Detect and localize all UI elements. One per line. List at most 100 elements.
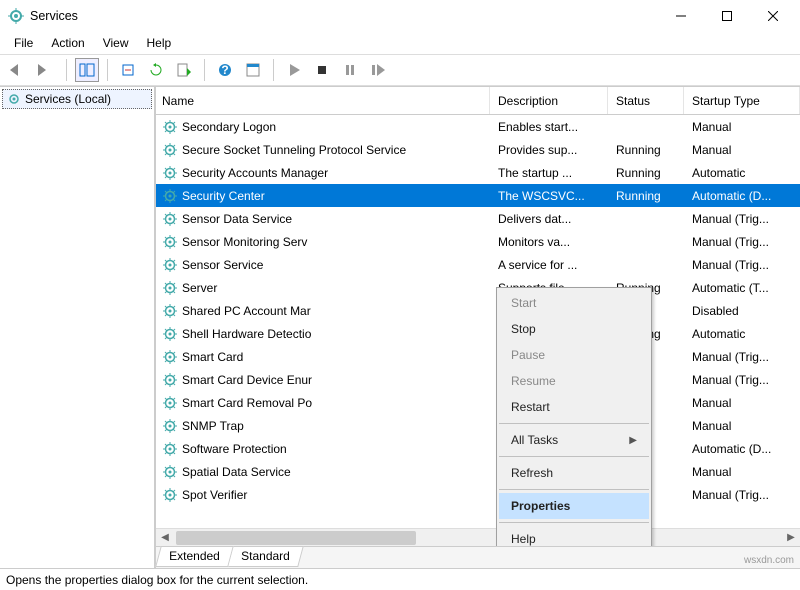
pause-service-button[interactable] — [338, 58, 362, 82]
service-startup: Automatic — [684, 327, 800, 341]
col-startup-type[interactable]: Startup Type — [684, 87, 800, 114]
ctx-all-tasks[interactable]: All Tasks▶ — [499, 427, 649, 453]
service-startup: Disabled — [684, 304, 800, 318]
service-startup: Manual — [684, 120, 800, 134]
context-menu: Start Stop Pause Resume Restart All Task… — [496, 287, 652, 546]
view-tabs: Extended Standard — [156, 546, 800, 568]
title-bar: Services — [0, 0, 800, 32]
service-row[interactable]: Spatial Data ServiceThis service i...Man… — [156, 460, 800, 483]
start-service-button[interactable] — [282, 58, 306, 82]
delete-button[interactable] — [116, 58, 140, 82]
gear-icon — [162, 441, 178, 457]
close-button[interactable] — [750, 0, 796, 32]
services-list[interactable]: Name Description Status Startup Type Sec… — [156, 87, 800, 546]
ctx-refresh[interactable]: Refresh — [499, 460, 649, 486]
service-name: Software Protection — [182, 442, 287, 456]
ctx-start[interactable]: Start — [499, 290, 649, 316]
service-row[interactable]: Smart Card Device EnurCreates soft...Man… — [156, 368, 800, 391]
service-row[interactable]: Security Accounts ManagerThe startup ...… — [156, 161, 800, 184]
service-name: Server — [182, 281, 217, 295]
service-name: Smart Card Device Enur — [182, 373, 312, 387]
menu-bar: File Action View Help — [0, 32, 800, 54]
app-icon — [8, 8, 24, 24]
service-row[interactable]: Security CenterThe WSCSVC...RunningAutom… — [156, 184, 800, 207]
service-row[interactable]: Sensor Data ServiceDelivers dat...Manual… — [156, 207, 800, 230]
service-row[interactable]: Shell Hardware DetectioProvides not...Ru… — [156, 322, 800, 345]
window-title: Services — [30, 9, 658, 23]
menu-help[interactable]: Help — [139, 34, 180, 52]
service-name: Secure Socket Tunneling Protocol Service — [182, 143, 406, 157]
service-row[interactable]: Sensor ServiceA service for ...Manual (T… — [156, 253, 800, 276]
scrollbar-thumb[interactable] — [176, 531, 416, 545]
ctx-help[interactable]: Help — [499, 526, 649, 546]
ctx-resume[interactable]: Resume — [499, 368, 649, 394]
service-description: Delivers dat... — [490, 212, 608, 226]
scroll-right-icon[interactable]: ▶ — [782, 529, 800, 547]
ctx-pause[interactable]: Pause — [499, 342, 649, 368]
horizontal-scrollbar[interactable]: ◀ ▶ — [156, 528, 800, 546]
col-name[interactable]: Name — [156, 87, 490, 114]
show-hide-tree-button[interactable] — [75, 58, 99, 82]
service-row[interactable]: SNMP TrapReceives tra...Manual — [156, 414, 800, 437]
refresh-button[interactable] — [144, 58, 168, 82]
service-row[interactable]: Smart Card Removal PoAllows the s...Manu… — [156, 391, 800, 414]
main-content: Services (Local) Name Description Status… — [0, 86, 800, 568]
gear-icon — [162, 280, 178, 296]
ctx-properties[interactable]: Properties — [499, 493, 649, 519]
service-description: Monitors va... — [490, 235, 608, 249]
console-tree[interactable]: Services (Local) — [0, 87, 156, 568]
service-name: Security Accounts Manager — [182, 166, 328, 180]
col-status[interactable]: Status — [608, 87, 684, 114]
service-name: Smart Card Removal Po — [182, 396, 312, 410]
gear-icon — [162, 372, 178, 388]
gear-icon — [162, 119, 178, 135]
service-startup: Manual — [684, 419, 800, 433]
service-description: Provides sup... — [490, 143, 608, 157]
service-row[interactable]: Spot VerifierVerifies pote...Manual (Tri… — [156, 483, 800, 506]
service-description: A service for ... — [490, 258, 608, 272]
back-button[interactable] — [6, 58, 30, 82]
column-headers: Name Description Status Startup Type — [156, 87, 800, 115]
service-row[interactable]: Secure Socket Tunneling Protocol Service… — [156, 138, 800, 161]
menu-file[interactable]: File — [6, 34, 41, 52]
gear-icon — [162, 487, 178, 503]
services-local-node[interactable]: Services (Local) — [2, 89, 152, 109]
service-name: Sensor Monitoring Serv — [182, 235, 307, 249]
status-bar: Opens the properties dialog box for the … — [0, 568, 800, 590]
service-startup: Manual (Trig... — [684, 350, 800, 364]
service-row[interactable]: Sensor Monitoring Serv Monitors va... Manu… — [156, 230, 800, 253]
stop-service-button[interactable] — [310, 58, 334, 82]
ctx-stop[interactable]: Stop — [499, 316, 649, 342]
maximize-button[interactable] — [704, 0, 750, 32]
service-row[interactable]: ServerSupports file...RunningAutomatic (… — [156, 276, 800, 299]
tab-extended[interactable]: Extended — [155, 546, 233, 567]
service-startup: Manual (Trig... — [684, 212, 800, 226]
service-row[interactable]: Software ProtectionEnables the ...Automa… — [156, 437, 800, 460]
restart-service-button[interactable] — [366, 58, 390, 82]
gear-icon — [162, 395, 178, 411]
gear-icon — [162, 464, 178, 480]
service-row[interactable]: Smart CardManages ac...Manual (Trig... — [156, 345, 800, 368]
properties-button[interactable] — [241, 58, 265, 82]
menu-view[interactable]: View — [95, 34, 137, 52]
details-pane: Name Description Status Startup Type Sec… — [156, 87, 800, 568]
service-row[interactable]: Shared PC Account MarManages pr...Disabl… — [156, 299, 800, 322]
minimize-button[interactable] — [658, 0, 704, 32]
help-button[interactable]: ? — [213, 58, 237, 82]
ctx-restart[interactable]: Restart — [499, 394, 649, 420]
scroll-left-icon[interactable]: ◀ — [156, 529, 174, 547]
forward-button[interactable] — [34, 58, 58, 82]
service-startup: Manual (Trig... — [684, 235, 800, 249]
gear-icon — [162, 165, 178, 181]
service-row[interactable]: Secondary Logon Enables start... Manual — [156, 115, 800, 138]
service-status: Running — [608, 143, 684, 157]
tab-standard[interactable]: Standard — [228, 546, 303, 567]
export-list-button[interactable] — [172, 58, 196, 82]
toolbar: ? — [0, 54, 800, 86]
menu-action[interactable]: Action — [43, 34, 92, 52]
service-name: SNMP Trap — [182, 419, 244, 433]
col-description[interactable]: Description — [490, 87, 608, 114]
service-description: Enables start... — [490, 120, 608, 134]
service-name: Secondary Logon — [182, 120, 276, 134]
service-startup: Manual (Trig... — [684, 373, 800, 387]
